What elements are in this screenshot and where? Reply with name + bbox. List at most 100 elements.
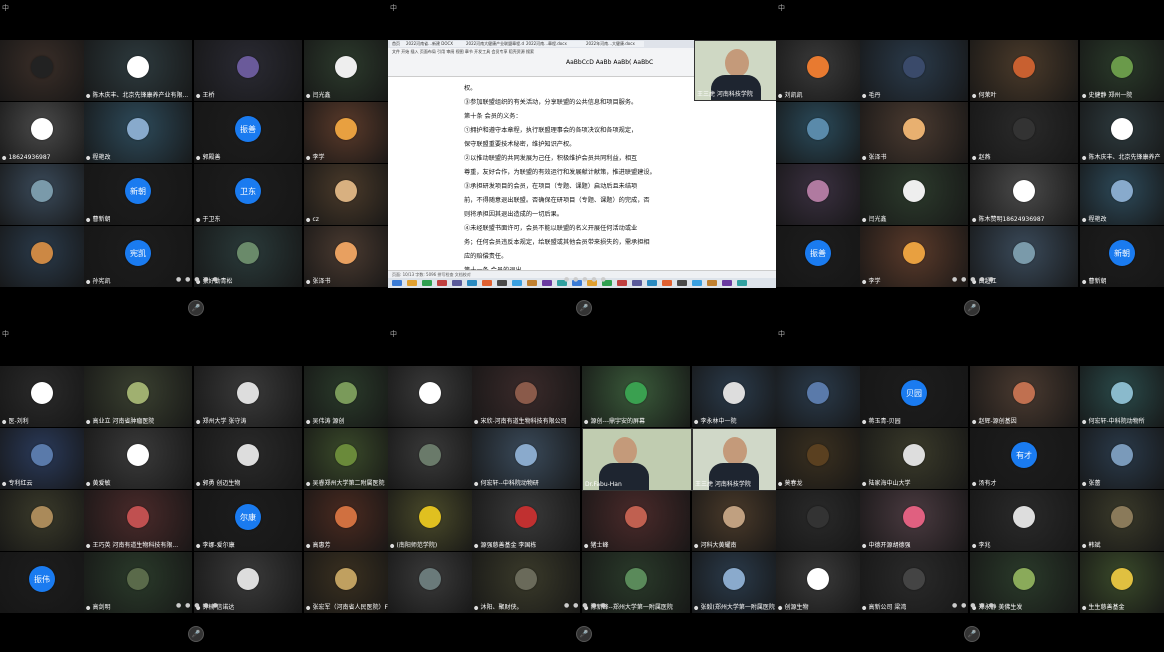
taskbar-app-icon[interactable]: [707, 280, 717, 286]
participant-tile[interactable]: ⬤ 张蕾: [1080, 428, 1164, 489]
presenter-video[interactable]: 王三虎 河南科技学院: [694, 40, 776, 101]
participant-tile[interactable]: ⬤ 猪士峰: [582, 490, 690, 551]
participant-tile[interactable]: ⬤ 李学: [304, 102, 388, 163]
participant-tile[interactable]: ⬤ 高业立 河南省肿瘤医院: [84, 366, 192, 427]
participant-tile[interactable]: ⬤ 吴伟涛 源创: [304, 366, 388, 427]
ribbon-menu[interactable]: 文件 开始 插入 页面布局 引用 审阅 视图 章节 开发工具 会员专享 稻壳资源…: [392, 49, 534, 55]
participant-tile[interactable]: ⬤ 陈木赞明18624936987: [970, 164, 1078, 225]
participant-tile[interactable]: ⬤ 黄爱敏: [84, 428, 192, 489]
participant-tile[interactable]: ⬤ 韩斌: [1080, 490, 1164, 551]
participant-tile[interactable]: ⬤ 中德开源胡德强: [860, 490, 968, 551]
participant-tile[interactable]: ⬤ 张宏军（河南省人民医院）F: [304, 552, 388, 613]
taskbar-app-icon[interactable]: [737, 280, 747, 286]
participant-tile[interactable]: ⬤ 闫光鑫: [860, 164, 968, 225]
document-tab[interactable]: 2022河南...章程.docx: [524, 41, 584, 47]
participant-tile[interactable]: ⬤ 源强慈善基金 李国栋: [472, 490, 580, 551]
participant-tile[interactable]: 新朝 ⬤ 曹新朝: [84, 164, 192, 225]
participant-tile[interactable]: [0, 164, 84, 225]
taskbar-app-icon[interactable]: [662, 280, 672, 286]
participant-tile[interactable]: ⬤ 程艳改: [1080, 164, 1164, 225]
taskbar-app-icon[interactable]: [617, 280, 627, 286]
participant-tile[interactable]: 振伟: [0, 552, 84, 613]
participant-tile[interactable]: ⬤ 创源生物: [776, 552, 860, 613]
mic-icon[interactable]: 🎤: [188, 300, 204, 316]
participant-tile[interactable]: 振善 ⬤ 郭殿善: [194, 102, 302, 163]
participant-tile[interactable]: [776, 164, 860, 225]
participant-tile[interactable]: ⬤ 生生慈善基金: [1080, 552, 1164, 613]
participant-tile[interactable]: [388, 428, 472, 489]
participant-tile[interactable]: [388, 552, 472, 613]
page-indicator-dots[interactable]: ● ● ● ● ●: [564, 276, 607, 283]
participant-tile[interactable]: ⬤ 高惠芳: [304, 490, 388, 551]
participant-tile[interactable]: ⬤ 史健静 郑州一院: [1080, 40, 1164, 101]
style-gallery[interactable]: AaBbCcD AaBb AaBb( AaBbC: [566, 59, 653, 66]
taskbar-app-icon[interactable]: [452, 280, 462, 286]
participant-tile[interactable]: [0, 490, 84, 551]
participant-tile[interactable]: 新朝 ⬤ 曹新朝: [1080, 226, 1164, 287]
taskbar-app-icon[interactable]: [482, 280, 492, 286]
participant-tile[interactable]: ⬤ 王桥: [194, 40, 302, 101]
document-tab[interactable]: 2022年河南...大健康.docx: [584, 41, 644, 47]
participant-tile[interactable]: ⬤ 陆家海中山大学: [860, 428, 968, 489]
taskbar-app-icon[interactable]: [392, 280, 402, 286]
participant-tile[interactable]: ⬤ 闫光鑫: [304, 40, 388, 101]
participant-tile[interactable]: 有才 ⬤ 汤有才: [970, 428, 1078, 489]
participant-tile[interactable]: ⬤ 赵辉-源创基因: [970, 366, 1078, 427]
taskbar-app-icon[interactable]: [512, 280, 522, 286]
participant-tile[interactable]: ⬤ cz: [304, 164, 388, 225]
participant-tile[interactable]: ⬤ 医-刘利: [0, 366, 84, 427]
participant-tile[interactable]: ⬤ 程艳改: [84, 102, 192, 163]
mic-icon[interactable]: 🎤: [964, 300, 980, 316]
participant-tile[interactable]: ⬤ 张泽书: [860, 102, 968, 163]
participant-tile[interactable]: ⬤ (南阳师范学院): [388, 490, 472, 551]
document-tab[interactable]: 2022河南省...新建 DOCX: [404, 41, 464, 47]
active-speaker-video[interactable]: 王三虎 河南科技学院: [692, 428, 776, 491]
mic-icon[interactable]: 🎤: [188, 626, 204, 642]
participant-tile[interactable]: 振善: [776, 226, 860, 287]
taskbar-app-icon[interactable]: [497, 280, 507, 286]
page-indicator-dots[interactable]: ● ● ● ● ●: [564, 602, 607, 609]
document-tab[interactable]: 2022河南大健康产业联盟章程.docx: [464, 41, 531, 47]
taskbar-app-icon[interactable]: [722, 280, 732, 286]
participant-tile[interactable]: ⬤ 陈木庆丰、北京先锋康养产: [1080, 102, 1164, 163]
mic-icon[interactable]: 🎤: [964, 626, 980, 642]
participant-tile[interactable]: ⬤ 专利红云: [0, 428, 84, 489]
participant-tile[interactable]: ⬤ 毛丹: [860, 40, 968, 101]
taskbar-app-icon[interactable]: [437, 280, 447, 286]
taskbar-app-icon[interactable]: [542, 280, 552, 286]
participant-tile[interactable]: [776, 366, 860, 427]
participant-tile[interactable]: 卫东 ⬤ 于卫东: [194, 164, 302, 225]
participant-tile[interactable]: ⬤ 河科大黄耀南: [692, 490, 776, 551]
participant-tile[interactable]: [0, 226, 84, 287]
participant-tile[interactable]: ⬤ 陈木庆丰、北京先锋康养产业有限...: [84, 40, 192, 101]
participant-tile[interactable]: [0, 40, 84, 101]
participant-tile[interactable]: ⬤ 莫春龙: [776, 428, 860, 489]
participant-tile[interactable]: [388, 366, 472, 427]
taskbar-app-icon[interactable]: [467, 280, 477, 286]
participant-tile[interactable]: ⬤ 张毅(郑州大学第一附属医院: [692, 552, 776, 613]
participant-tile[interactable]: ⬤ 张泽书: [304, 226, 388, 287]
taskbar-app-icon[interactable]: [632, 280, 642, 286]
mic-icon[interactable]: 🎤: [576, 300, 592, 316]
mic-icon[interactable]: 🎤: [576, 626, 592, 642]
taskbar-app-icon[interactable]: [422, 280, 432, 286]
participant-tile[interactable]: ⬤ 源创---鼎宇安的屏幕: [582, 366, 690, 427]
participant-tile[interactable]: ⬤ 吴睿郑州大学第二附属医院: [304, 428, 388, 489]
participant-tile[interactable]: ⬤ 李永林中一院: [692, 366, 776, 427]
participant-tile[interactable]: 贝园 ⬤ 蒋玉青-贝园: [860, 366, 968, 427]
participant-tile[interactable]: ⬤ 李兆: [970, 490, 1078, 551]
page-indicator-dots[interactable]: ● ● ● ● ●: [952, 602, 995, 609]
participant-tile[interactable]: ⬤ 刘凯凯: [776, 40, 860, 101]
participant-tile[interactable]: ⬤ 郭勇 创迈生物: [194, 428, 302, 489]
participant-tile[interactable]: ⬤ 郑州大学 张守涛: [194, 366, 302, 427]
participant-tile[interactable]: ⬤ 王巧英 河南有道生物科技有限...: [84, 490, 192, 551]
participant-tile[interactable]: 尔康 ⬤ 李娜-爱尔康: [194, 490, 302, 551]
participant-tile[interactable]: ⬤ 何宏轩--中科院动物研: [472, 428, 580, 489]
participant-tile[interactable]: [776, 490, 860, 551]
page-indicator-dots[interactable]: ● ● ● ● ●: [176, 602, 219, 609]
participant-tile[interactable]: ⬤ 何宏轩-中科院动物所: [1080, 366, 1164, 427]
participant-tile[interactable]: ⬤ 赵燕: [970, 102, 1078, 163]
page-indicator-dots[interactable]: ● ● ● ● ●: [176, 276, 219, 283]
participant-tile[interactable]: ⬤ 宋欣-河南有道生物科技有限公司: [472, 366, 580, 427]
taskbar-app-icon[interactable]: [692, 280, 702, 286]
